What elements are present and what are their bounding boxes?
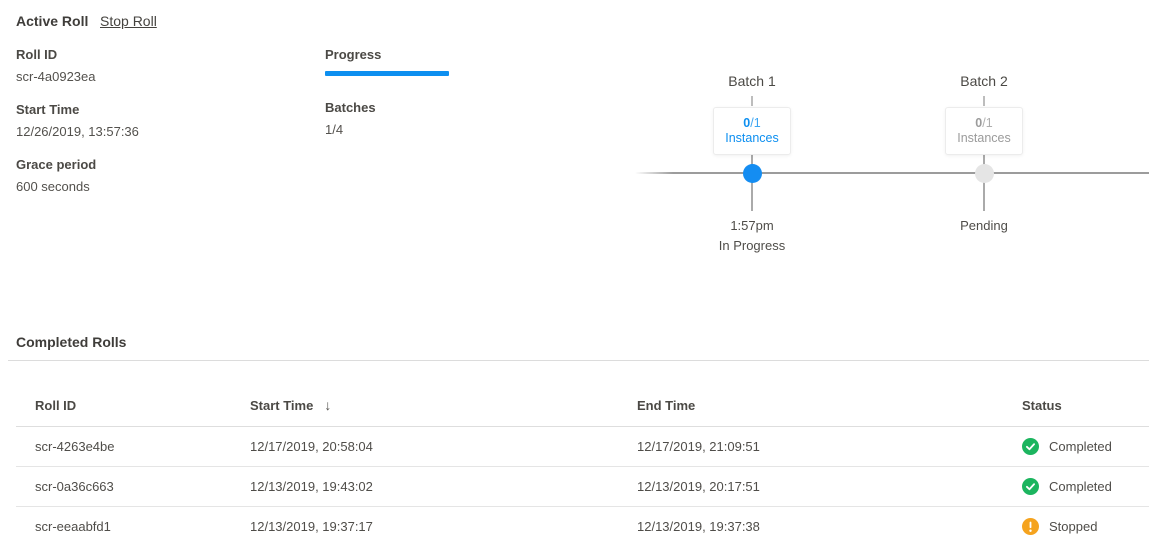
table-row: scr-eeaabfd1 12/13/2019, 19:37:17 12/13/… [16,506,1149,545]
roll-id-label: Roll ID [16,47,96,62]
grace-period-value: 600 seconds [16,179,96,194]
column-header-roll-id[interactable]: Roll ID [16,385,231,426]
end-time-cell: 12/13/2019, 20:17:51 [618,466,1003,506]
start-time-cell: 12/17/2019, 20:58:04 [231,426,618,466]
batch1-instances-card[interactable]: 0/1 Instances [713,107,791,155]
table-row: scr-4263e4be 12/17/2019, 20:58:04 12/17/… [16,426,1149,466]
field-start-time: Start Time 12/26/2019, 13:57:36 [16,102,139,139]
check-circle-icon [1022,478,1039,495]
batches-value: 1/4 [325,122,449,137]
active-roll-page: Active Roll Stop Roll Roll ID scr-4a0923… [0,0,1149,545]
batch2-instance-total: /1 [982,116,992,130]
progress-label: Progress [325,47,449,62]
column-header-start-time[interactable]: Start Time↓ [231,385,618,426]
batch1-time: 1:57pm [672,218,832,233]
field-grace-period: Grace period 600 seconds [16,157,96,194]
status-label: Completed [1049,479,1112,494]
batch1-state: In Progress [672,238,832,253]
table-header-row: Roll ID Start Time↓ End Time Status [16,385,1149,426]
batch2-instances-card: 0/1 Instances [945,107,1023,155]
field-roll-id: Roll ID scr-4a0923ea [16,47,96,84]
end-time-cell: 12/17/2019, 21:09:51 [618,426,1003,466]
status-cell: Completed [1003,426,1149,466]
batch2-name: Batch 2 [904,73,1064,89]
roll-id-value: scr-4a0923ea [16,69,96,84]
sort-descending-icon[interactable]: ↓ [324,397,331,413]
completed-rolls-table: Roll ID Start Time↓ End Time Status scr-… [16,385,1149,545]
status-label: Completed [1049,439,1112,454]
start-time-cell: 12/13/2019, 19:37:17 [231,506,618,545]
stop-roll-link[interactable]: Stop Roll [100,13,157,29]
start-time-value: 12/26/2019, 13:57:36 [16,124,139,139]
roll-id-cell: scr-4263e4be [16,426,231,466]
status-label: Stopped [1049,519,1097,534]
warning-circle-icon [1022,518,1039,535]
batch1-instance-total: /1 [750,116,760,130]
batch2-instances-label: Instances [957,131,1011,145]
batch2-timeline-dot [975,164,994,183]
check-circle-icon [1022,438,1039,455]
roll-id-cell: scr-eeaabfd1 [16,506,231,545]
column-header-end-time[interactable]: End Time [618,385,1003,426]
batch2-tick [983,96,985,106]
batch1-tick [751,96,753,106]
batch1-name: Batch 1 [672,73,832,89]
status-cell: Completed [1003,466,1149,506]
table-row: scr-0a36c663 12/13/2019, 19:43:02 12/13/… [16,466,1149,506]
start-time-cell: 12/13/2019, 19:43:02 [231,466,618,506]
grace-period-label: Grace period [16,157,96,172]
progress-bar [325,71,449,76]
completed-rolls-title: Completed Rolls [16,334,126,350]
timeline-axis [635,172,1149,174]
start-time-label: Start Time [16,102,139,117]
status-cell: Stopped [1003,506,1149,545]
column-header-status[interactable]: Status [1003,385,1149,426]
batch2-time: Pending [904,218,1064,233]
progress-section: Progress Batches 1/4 [325,47,449,137]
end-time-cell: 12/13/2019, 19:37:38 [618,506,1003,545]
roll-id-cell: scr-0a36c663 [16,466,231,506]
batches-label: Batches [325,100,449,115]
section-divider [8,360,1149,361]
active-roll-title: Active Roll [16,13,88,29]
batch1-instances-link[interactable]: Instances [725,131,779,145]
batch1-timeline-dot [743,164,762,183]
